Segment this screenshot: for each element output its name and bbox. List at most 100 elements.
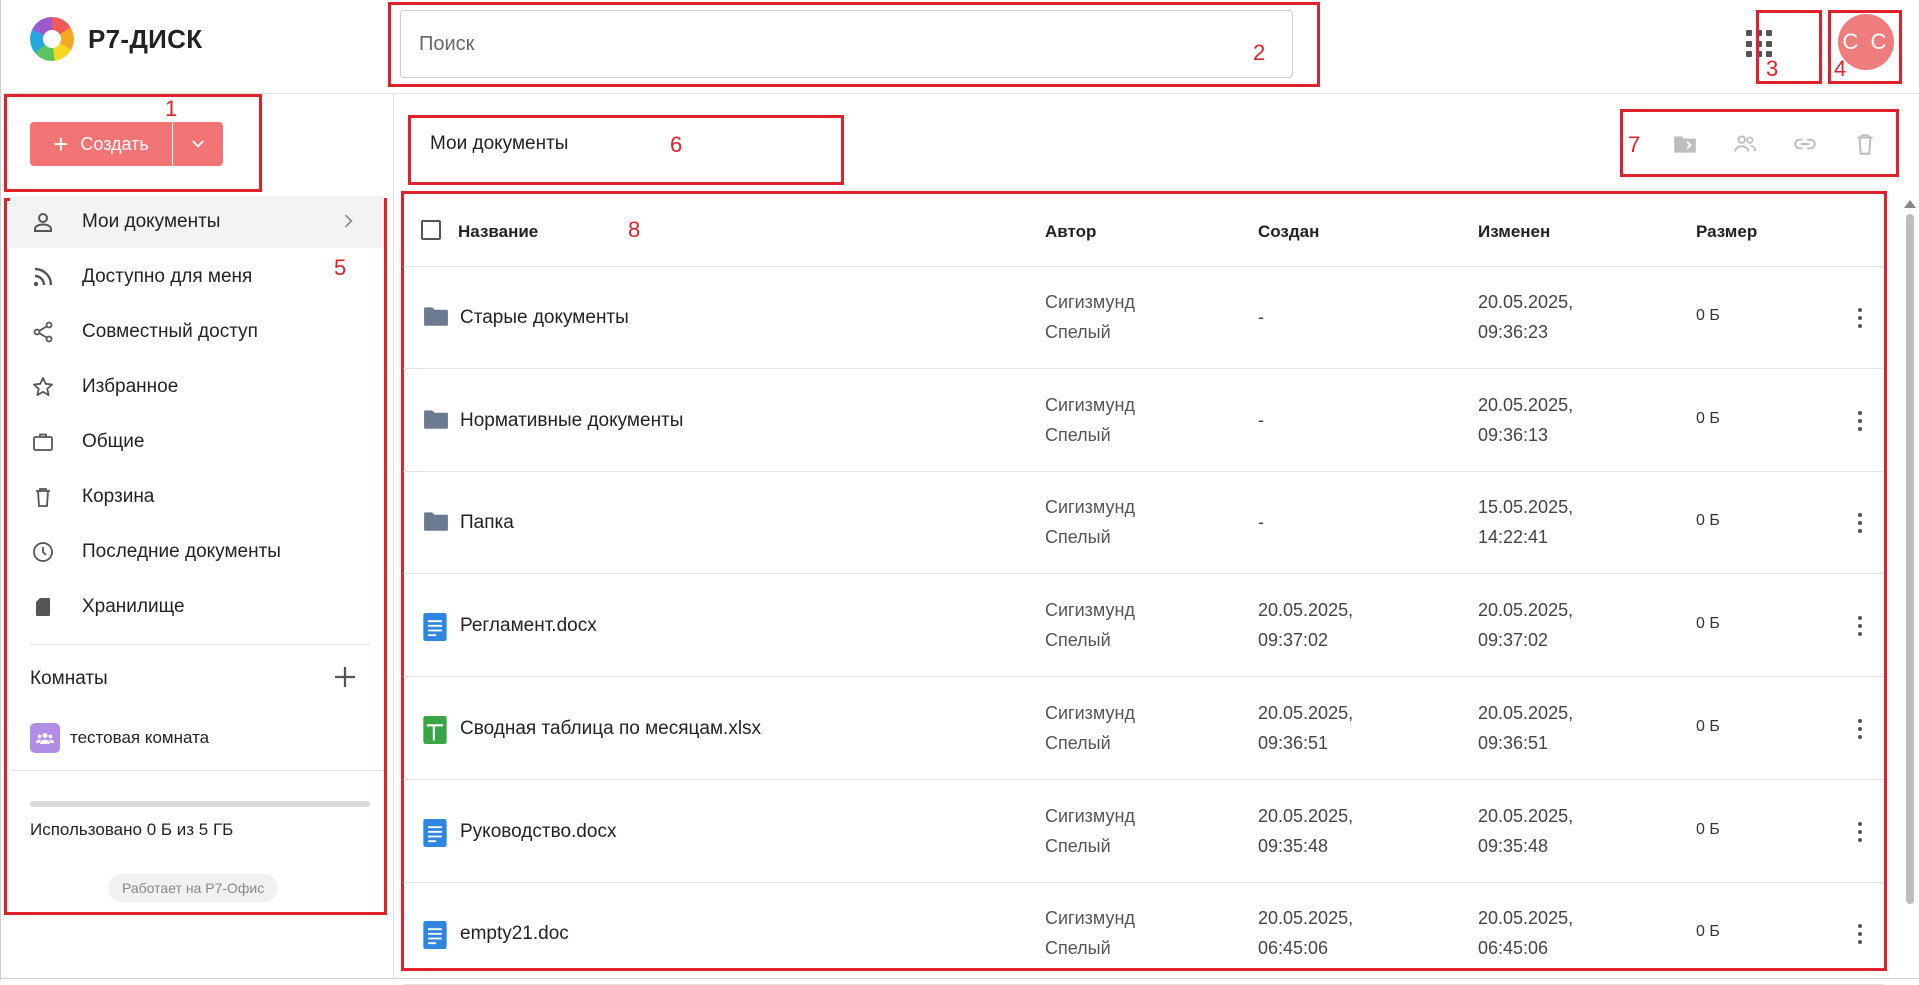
modified-time: 09:36:51 <box>1478 732 1549 753</box>
file-name[interactable]: Папка <box>460 512 514 534</box>
create-button[interactable]: + Создать <box>30 122 172 166</box>
created-cell: 20.05.2025, 09:37:02 <box>1258 595 1353 655</box>
author-second: Спелый <box>1045 424 1111 445</box>
column-author[interactable]: Автор <box>1045 222 1096 242</box>
size-cell: 0 Б <box>1696 615 1720 633</box>
more-options-icon[interactable] <box>1850 508 1870 538</box>
scrollbar-thumb[interactable] <box>1906 214 1914 904</box>
size-cell: 0 Б <box>1696 409 1720 427</box>
plus-icon <box>335 667 355 687</box>
chevron-right-icon <box>344 214 353 228</box>
author-cell: Сигизмунд Спелый <box>1045 390 1135 450</box>
file-name[interactable]: Регламент.docx <box>460 615 597 637</box>
modified-cell: 20.05.2025, 09:36:13 <box>1478 390 1573 450</box>
table-row[interactable]: Старые документы Сигизмунд Спелый - 20.05.20… <box>403 267 1883 369</box>
file-name[interactable]: empty21.doc <box>460 923 569 945</box>
modified-date: 20.05.2025, <box>1478 394 1574 415</box>
modified-time: 09:35:48 <box>1478 835 1549 856</box>
created-date: 20.05.2025, <box>1258 702 1354 723</box>
room-item[interactable]: тестовая комната <box>30 723 209 753</box>
more-options-icon[interactable] <box>1850 714 1870 744</box>
sidebar-item-label: Хранилище <box>82 596 185 617</box>
more-options-icon[interactable] <box>1850 611 1870 641</box>
column-size[interactable]: Размер <box>1696 222 1757 242</box>
sidebar-item-label: Последние документы <box>82 541 281 562</box>
quota-text: Использовано 0 Б из 5 ГБ <box>30 820 234 839</box>
sidebar-item-trash[interactable]: Корзина <box>10 471 384 523</box>
share-users-icon[interactable] <box>1728 127 1762 161</box>
quota-progress-bar <box>30 801 370 807</box>
modified-date: 20.05.2025, <box>1478 702 1574 723</box>
author-cell: Сигизмунд Спелый <box>1045 801 1135 861</box>
author-cell: Сигизмунд Спелый <box>1045 595 1135 655</box>
created-date: - <box>1258 307 1264 327</box>
sidebar-item-recent[interactable]: Последние документы <box>10 526 384 578</box>
more-options-icon[interactable] <box>1850 919 1870 949</box>
created-time: 06:45:06 <box>1258 938 1329 959</box>
column-modified[interactable]: Изменен <box>1478 222 1550 242</box>
modified-date: 20.05.2025, <box>1478 908 1574 929</box>
created-cell: - <box>1258 405 1264 435</box>
document-icon <box>423 921 447 954</box>
annotation-number-4: 4 <box>1834 56 1847 81</box>
powered-by-badge[interactable]: Работает на Р7-Офис <box>108 874 279 902</box>
sidebar-divider <box>393 94 394 980</box>
file-name[interactable]: Нормативные документы <box>460 410 683 432</box>
annotation-number-1: 1 <box>165 96 178 121</box>
table-header: Название Автор Создан Изменен Размер <box>403 200 1883 267</box>
modified-date: 20.05.2025, <box>1478 805 1574 826</box>
create-dropdown-button[interactable] <box>173 122 223 166</box>
author-first: Сигизмунд <box>1045 702 1135 723</box>
sidebar-item-shared-access[interactable]: Совместный доступ <box>10 306 384 358</box>
author-cell: Сигизмунд Спелый <box>1045 903 1135 963</box>
table-row[interactable]: empty21.doc Сигизмунд Спелый 20.05.2025, 06:… <box>403 883 1883 985</box>
brand-title: Р7-ДИСК <box>88 24 203 54</box>
modified-cell: 20.05.2025, 09:36:23 <box>1478 287 1573 347</box>
table-row[interactable]: Регламент.docx Сигизмунд Спелый 20.05.2025,… <box>403 575 1883 678</box>
file-name[interactable]: Сводная таблица по месяцам.xlsx <box>460 718 761 740</box>
modified-cell: 20.05.2025, 09:35:48 <box>1478 801 1573 861</box>
created-time: 09:35:48 <box>1258 835 1329 856</box>
more-options-icon[interactable] <box>1850 303 1870 333</box>
table-row[interactable]: Папка Сигизмунд Спелый - 15.05.2025, 14:22:41… <box>403 472 1883 575</box>
table-row[interactable]: Руководство.docx Сигизмунд Спелый 20.05.202… <box>403 781 1883 883</box>
author-first: Сигизмунд <box>1045 292 1135 312</box>
scroll-up-arrow[interactable] <box>1904 200 1916 208</box>
modified-date: 20.05.2025, <box>1478 600 1574 621</box>
author-first: Сигизмунд <box>1045 497 1135 518</box>
author-second: Спелый <box>1045 322 1111 342</box>
more-options-icon[interactable] <box>1850 406 1870 436</box>
sidebar-item-my-documents[interactable]: Мои документы <box>10 196 384 248</box>
link-icon[interactable] <box>1788 127 1822 161</box>
table-row[interactable]: Нормативные документы Сигизмунд Спелый - 20.… <box>403 370 1883 472</box>
create-label: Создать <box>80 133 149 154</box>
header-divider <box>0 93 1919 94</box>
more-options-icon[interactable] <box>1850 817 1870 847</box>
size-cell: 0 Б <box>1696 512 1720 530</box>
column-name[interactable]: Название <box>458 222 538 242</box>
sidebar-item-common[interactable]: Общие <box>10 416 384 468</box>
annotation-number-6: 6 <box>670 132 683 157</box>
created-date: 20.05.2025, <box>1258 908 1354 929</box>
column-created[interactable]: Создан <box>1258 222 1319 242</box>
sidebar-item-favorites[interactable]: Избранное <box>10 361 384 413</box>
author-second: Спелый <box>1045 938 1111 959</box>
file-name[interactable]: Руководство.docx <box>460 821 616 843</box>
file-name[interactable]: Старые документы <box>460 307 629 329</box>
sidebar-item-storage[interactable]: Хранилище <box>10 581 384 633</box>
author-second: Спелый <box>1045 527 1111 548</box>
modified-time: 06:45:06 <box>1478 938 1549 959</box>
sidebar-item-shared-with-me[interactable]: Доступно для меня <box>10 251 384 303</box>
move-folder-icon[interactable] <box>1668 127 1702 161</box>
author-first: Сигизмунд <box>1045 600 1135 621</box>
size-cell: 0 Б <box>1696 307 1720 324</box>
select-all-checkbox[interactable] <box>421 220 441 240</box>
page-title: Мои документы <box>430 133 569 154</box>
delete-icon[interactable] <box>1848 127 1882 161</box>
add-room-button[interactable] <box>330 662 360 692</box>
table-row[interactable]: Сводная таблица по месяцам.xlsx Сигизмунд… <box>403 678 1883 780</box>
modified-cell: 20.05.2025, 09:37:02 <box>1478 595 1573 655</box>
author-second: Спелый <box>1045 630 1111 651</box>
rss-icon <box>28 262 58 292</box>
clock-icon <box>28 537 58 567</box>
